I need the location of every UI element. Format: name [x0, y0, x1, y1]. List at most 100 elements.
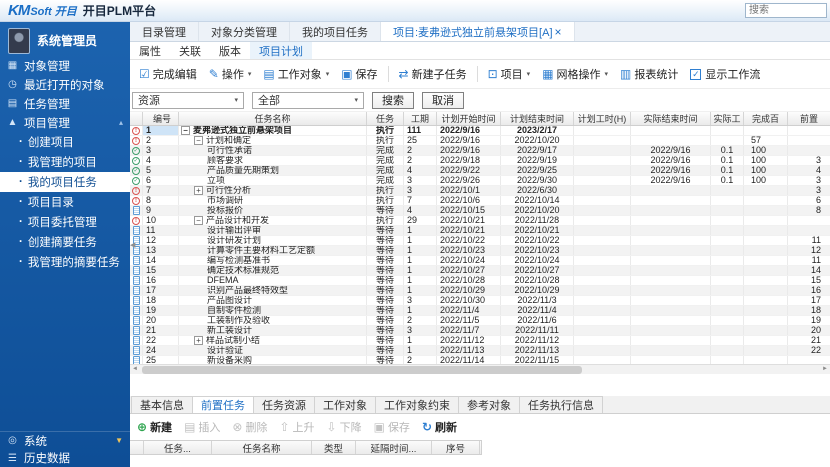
detail-tab-工作对象约束[interactable]: 工作对象约束	[375, 396, 459, 413]
column-header[interactable]: 计划结束时间	[501, 112, 574, 125]
table-row[interactable]: 11设计输出评审等待12022/10/212022/10/21	[130, 226, 830, 236]
tab-item[interactable]: 对象分类管理	[199, 22, 290, 41]
column-header[interactable]: 计划工时(H)	[574, 112, 631, 125]
table-row[interactable]: 25新设备采购等待22022/11/142022/11/15	[130, 356, 830, 364]
table-row[interactable]: 18产品图设计等待32022/10/302022/11/317	[130, 296, 830, 306]
column-header[interactable]: 任务...	[144, 441, 212, 454]
table-row[interactable]: ✓4顾客要求完成22022/9/182022/9/192022/9/160.11…	[130, 156, 830, 166]
table-row[interactable]: ✓5产品质量先期策划完成42022/9/222022/9/252022/9/16…	[130, 166, 830, 176]
new-subtask-button[interactable]: ⇄新建子任务	[394, 63, 472, 85]
scroll-right-icon[interactable]: ►	[820, 365, 830, 374]
detail-tab-前置任务[interactable]: 前置任务	[192, 396, 254, 413]
tab-关联[interactable]: 关联	[170, 42, 210, 59]
scrollbar-thumb[interactable]	[142, 366, 582, 374]
table-row[interactable]: 12设计研发计划等待12022/10/222022/10/2211	[130, 236, 830, 246]
search-input[interactable]	[745, 3, 827, 18]
sidebar-subitem[interactable]: ·项目委托管理	[0, 212, 130, 232]
table-row[interactable]: 19自制零件检测等待12022/11/42022/11/418	[130, 306, 830, 316]
complete-edit-button[interactable]: ☑完成编辑	[134, 63, 202, 85]
tree-toggle-icon[interactable]: +	[194, 186, 203, 195]
search-button[interactable]: 搜索	[372, 92, 414, 109]
tab-项目计划[interactable]: 项目计划	[250, 42, 312, 59]
table-row[interactable]: !2−计划和确定执行252022/9/162022/10/2057	[130, 136, 830, 146]
horizontal-scrollbar[interactable]: ◄ ►	[130, 364, 830, 374]
table-row[interactable]: !8市场调研执行72022/10/62022/10/146	[130, 196, 830, 206]
sidebar-item[interactable]: ◎系统▼	[0, 431, 130, 449]
work-object-button[interactable]: ▤工作对象▾	[258, 63, 334, 85]
column-header[interactable]: 序号	[432, 441, 480, 454]
sidebar-collapse-icon[interactable]: ◀	[130, 238, 137, 254]
sidebar-item[interactable]: ◷最近打开的对象	[0, 75, 130, 94]
column-header[interactable]: 前置	[788, 112, 830, 125]
tree-toggle-icon[interactable]: −	[194, 136, 203, 145]
sidebar-subitem[interactable]: ·项目目录	[0, 192, 130, 212]
tab-item[interactable]: 我的项目任务	[290, 22, 381, 41]
column-header[interactable]: 实际工	[711, 112, 744, 125]
detail-tab-基本信息[interactable]: 基本信息	[131, 396, 193, 413]
detail-tab-工作对象[interactable]: 工作对象	[314, 396, 376, 413]
tree-toggle-icon[interactable]: −	[194, 216, 203, 225]
column-header[interactable]	[130, 112, 143, 125]
report-stats-button[interactable]: ▥报表统计	[615, 63, 683, 85]
sidebar-item[interactable]: ▲项目管理▴	[0, 113, 130, 132]
resource-select[interactable]: 资源 ▾	[132, 92, 244, 109]
column-header[interactable]: 类型	[312, 441, 356, 454]
grid-ops-button[interactable]: ▦网格操作▾	[537, 63, 613, 85]
tree-toggle-icon[interactable]: −	[181, 126, 190, 135]
insert-button[interactable]: ▤插入	[184, 419, 220, 435]
save-button[interactable]: ▣保存	[374, 419, 410, 435]
sidebar-item[interactable]: ▤任务管理	[0, 94, 130, 113]
table-row[interactable]: 22+样品试制小结等待12022/11/122022/11/1221	[130, 336, 830, 346]
detail-tab-参考对象[interactable]: 参考对象	[458, 396, 520, 413]
detail-tab-任务资源[interactable]: 任务资源	[253, 396, 315, 413]
sidebar-subitem[interactable]: ·创建项目	[0, 132, 130, 152]
column-header[interactable]: 任务名称	[179, 112, 367, 125]
table-row[interactable]: 15确定技术标准规范等待12022/10/272022/10/2714	[130, 266, 830, 276]
sidebar-item[interactable]: ▦对象管理	[0, 56, 130, 75]
project-button[interactable]: ⊡项目▾	[483, 63, 536, 85]
table-row[interactable]: 16DFEMA等待12022/10/282022/10/2815	[130, 276, 830, 286]
table-row[interactable]: !1−麦弗逊式独立前悬架项目执行1112022/9/162023/2/17	[130, 126, 830, 136]
column-header[interactable]: 延隔时间...	[356, 441, 432, 454]
tab-版本[interactable]: 版本	[210, 42, 250, 59]
operate-button[interactable]: ✎操作▾	[204, 63, 257, 85]
table-row[interactable]: ✓3可行性承诺完成22022/9/162022/9/172022/9/160.1…	[130, 146, 830, 156]
column-header[interactable]: 实际结束时间	[631, 112, 711, 125]
scope-select[interactable]: 全部 ▾	[252, 92, 364, 109]
move-up-button[interactable]: ⇧上升	[279, 419, 314, 435]
table-row[interactable]: !10−产品设计和开发执行292022/10/212022/11/28	[130, 216, 830, 226]
sidebar-subitem[interactable]: ·我的项目任务	[0, 172, 130, 192]
tab-item[interactable]: 目录管理	[130, 22, 199, 41]
column-header[interactable]: 编号	[143, 112, 179, 125]
sidebar-subitem[interactable]: ·创建摘要任务	[0, 232, 130, 252]
table-row[interactable]: 17识别产品最终特效型等待12022/10/292022/10/2916	[130, 286, 830, 296]
column-header[interactable]: 计划开始时间	[437, 112, 501, 125]
column-header[interactable]	[130, 441, 144, 454]
column-header[interactable]: 任务名称	[212, 441, 312, 454]
table-row[interactable]: !7+可行性分析执行32022/10/12022/6/303	[130, 186, 830, 196]
table-row[interactable]: 14编写检测基准书等待12022/10/242022/10/2411	[130, 256, 830, 266]
delete-button[interactable]: ⊗删除	[232, 419, 267, 435]
table-row[interactable]: 21新工装设计等待32022/11/72022/11/1120	[130, 326, 830, 336]
table-row[interactable]: 20工装制作及验收等待22022/11/52022/11/619	[130, 316, 830, 326]
scroll-left-icon[interactable]: ◄	[130, 365, 140, 374]
column-header[interactable]: 完成百	[744, 112, 788, 125]
panel-splitter[interactable]	[130, 374, 830, 396]
sidebar-item[interactable]: ☰历史数据	[0, 449, 130, 467]
tab-active-project[interactable]: 项目:麦弗逊式独立前悬架项目[A]×	[381, 22, 575, 41]
tree-toggle-icon[interactable]: +	[194, 336, 203, 345]
move-down-button[interactable]: ⇩下降	[327, 419, 362, 435]
column-header[interactable]: 工期	[404, 112, 437, 125]
table-row[interactable]: 9投标报价等待42022/10/152022/10/208	[130, 206, 830, 216]
table-row[interactable]: 24设计验证等待12022/11/132022/11/1322	[130, 346, 830, 356]
tab-close-icon[interactable]: ×	[555, 25, 562, 39]
column-header[interactable]: 任务	[367, 112, 404, 125]
cancel-button[interactable]: 取消	[422, 92, 464, 109]
refresh-button[interactable]: ↻刷新	[422, 419, 457, 435]
tab-属性[interactable]: 属性	[130, 42, 170, 59]
show-workflow-toggle[interactable]: ✓显示工作流	[685, 66, 765, 82]
save-button[interactable]: ▣保存	[336, 63, 382, 85]
table-row[interactable]: ✓6立项完成32022/9/262022/9/302022/9/160.1100…	[130, 176, 830, 186]
add-button[interactable]: ⊕新建	[137, 419, 172, 435]
table-row[interactable]: 13计算零件主要材料工艺定额等待12022/10/232022/10/2312	[130, 246, 830, 256]
